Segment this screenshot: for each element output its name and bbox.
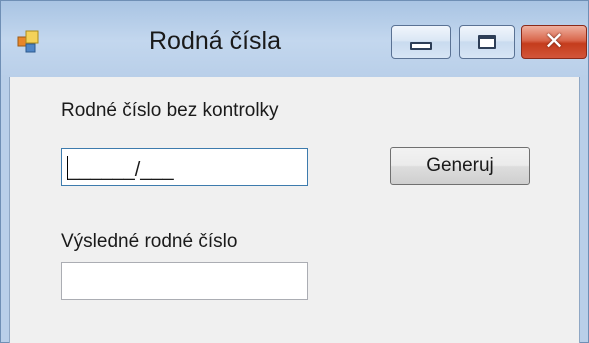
birth-number-label: Rodné číslo bez kontrolky [61,100,279,121]
birth-number-input[interactable] [62,149,307,185]
maximize-button[interactable] [459,25,515,59]
app-window: Rodná čísla ✕ Rodné číslo bez kontrolky … [0,0,589,343]
result-field-box[interactable] [61,262,308,300]
app-form-icon[interactable] [17,30,41,54]
window-title: Rodná čísla [149,27,282,55]
form-client-area: Rodné číslo bez kontrolky Generuj Výsled… [9,77,580,343]
result-input[interactable] [62,263,307,299]
title-bar[interactable]: Rodná čísla ✕ [1,1,588,77]
minimize-button[interactable] [391,25,451,59]
birth-number-field-box[interactable] [61,148,308,186]
close-button[interactable]: ✕ [521,25,587,59]
generate-button[interactable]: Generuj [390,147,530,185]
text-caret [67,156,68,180]
close-icon: ✕ [543,28,565,55]
result-label: Výsledné rodné číslo [61,231,238,252]
maximize-icon [478,35,496,49]
minimize-icon [410,42,432,50]
